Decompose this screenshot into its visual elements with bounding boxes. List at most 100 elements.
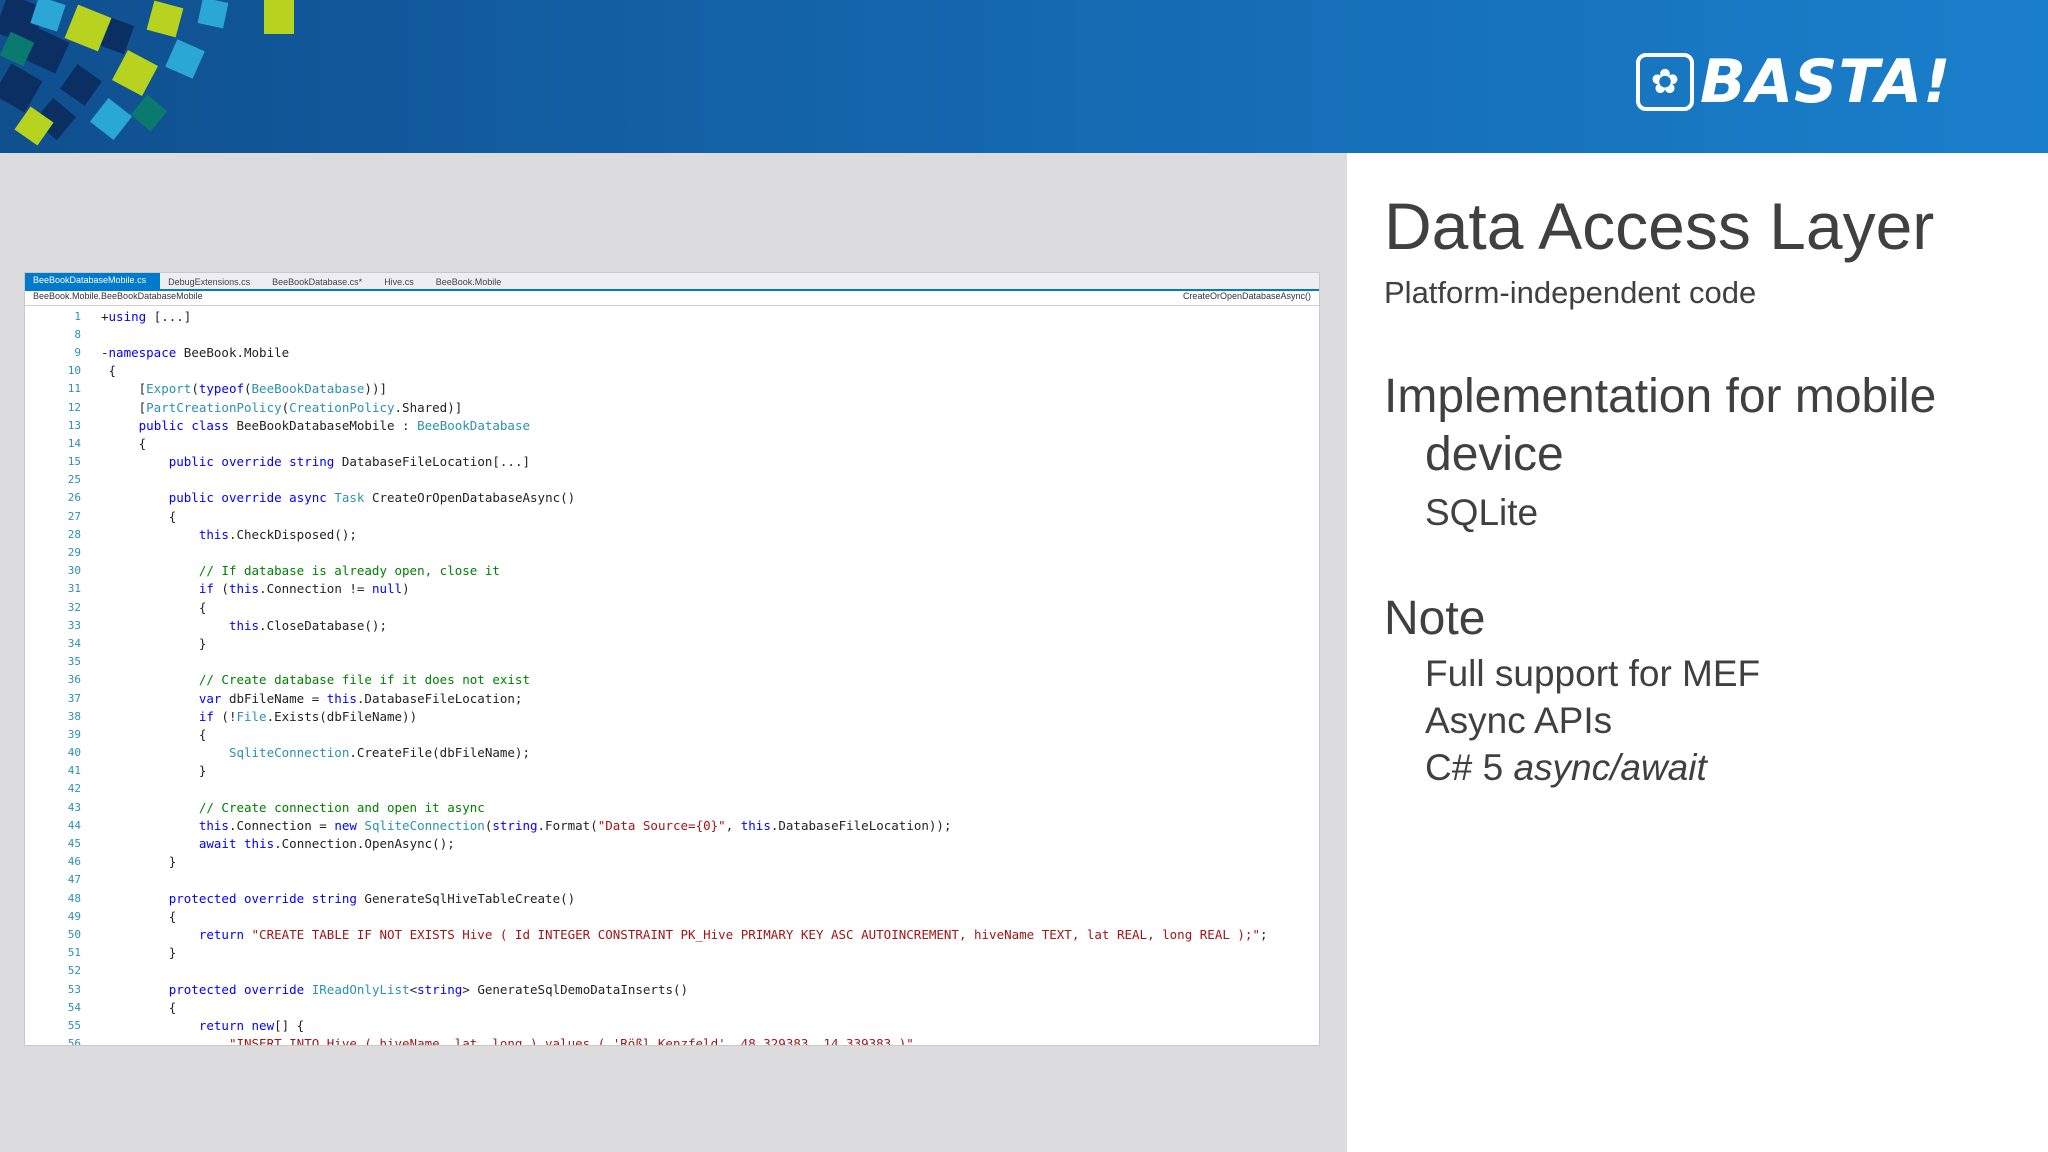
- line-number: 49: [67, 909, 81, 923]
- code-text: }: [101, 635, 207, 651]
- bullet-italic: async/await: [1513, 747, 1707, 788]
- code-text: await this.Connection.OpenAsync();: [198, 836, 455, 852]
- heading-line: Implementation for mobile: [1384, 370, 1937, 423]
- code-line: 29: [25, 543, 1319, 561]
- class-dropdown[interactable]: BeeBook.Mobile.BeeBookDatabaseMobile: [33, 291, 203, 305]
- line-number: 33: [67, 618, 81, 632]
- editor-tab[interactable]: DebugExtensions.cs: [160, 277, 264, 289]
- editor-tab[interactable]: BeeBook.Mobile: [428, 277, 516, 289]
- code-text: {: [101, 435, 147, 451]
- editor-tab[interactable]: Hive.cs: [376, 277, 428, 289]
- code-line: 48 protected override string GenerateSql…: [25, 889, 1319, 907]
- code-line: 27 {: [25, 507, 1319, 525]
- bullet-mef: Full support for MEF: [1425, 653, 1761, 694]
- line-number: 29: [67, 546, 81, 560]
- line-number: 43: [67, 800, 81, 814]
- code-line: 38 if (!File.Exists(dbFileName)): [25, 707, 1319, 725]
- code-text: {: [101, 908, 177, 924]
- code-text: {: [101, 726, 207, 742]
- code-text: // Create connection and open it async: [198, 799, 485, 815]
- code-line: 9 -namespace BeeBook.Mobile: [25, 343, 1319, 361]
- basta-logo: ✿ BASTA!: [1636, 50, 1951, 114]
- code-line: 37 var dbFileName = this.DatabaseFileLoc…: [25, 689, 1319, 707]
- code-line: 32 {: [25, 598, 1319, 616]
- code-text: this.CheckDisposed();: [198, 526, 357, 542]
- line-number: 55: [67, 1018, 81, 1032]
- code-text: return "CREATE TABLE IF NOT EXISTS Hive …: [198, 926, 1268, 942]
- code-line: 43 // Create connection and open it asyn…: [25, 798, 1319, 816]
- code-line: 1 +using [...]: [25, 307, 1319, 325]
- line-number: 52: [67, 964, 81, 978]
- line-number: 31: [67, 582, 81, 596]
- code-text: }: [101, 854, 177, 870]
- code-line: 30 // If database is already open, close…: [25, 562, 1319, 580]
- code-line: 26 public override async Task CreateOrOp…: [25, 489, 1319, 507]
- line-number: 48: [67, 891, 81, 905]
- code-text: {: [101, 363, 117, 379]
- code-text: +using [...]: [101, 308, 192, 324]
- code-line: 33 this.CloseDatabase();: [25, 616, 1319, 634]
- code-text: [PartCreationPolicy(CreationPolicy.Share…: [101, 399, 463, 415]
- bullet-async-await: C# 5 async/await: [1425, 747, 1707, 789]
- section-heading-note: Note: [1384, 592, 1486, 645]
- code-line: 45 await this.Connection.OpenAsync();: [25, 834, 1319, 852]
- logo-text: BASTA!: [1700, 47, 1952, 117]
- code-text: {: [101, 599, 207, 615]
- code-line: 31 if (this.Connection != null): [25, 580, 1319, 598]
- code-text: {: [101, 999, 177, 1015]
- line-number: 8: [74, 327, 81, 341]
- line-number: 37: [67, 691, 81, 705]
- flower-icon: ✿: [1636, 53, 1694, 111]
- code-text: // If database is already open, close it: [198, 563, 500, 579]
- code-line: 51 }: [25, 944, 1319, 962]
- line-number: 35: [67, 655, 81, 669]
- code-text: "INSERT INTO Hive ( hiveName, lat, long …: [228, 1036, 914, 1045]
- line-number: 34: [67, 636, 81, 650]
- line-number: 47: [67, 873, 81, 887]
- line-number: 15: [67, 455, 81, 469]
- code-line: 40 SqliteConnection.CreateFile(dbFileNam…: [25, 744, 1319, 762]
- editor-tab[interactable]: BeeBookDatabaseMobile.cs: [25, 273, 161, 289]
- line-number: 41: [67, 764, 81, 778]
- line-number: 42: [67, 782, 81, 796]
- code-line: 42: [25, 780, 1319, 798]
- code-area[interactable]: 1 +using [...] 8 9 -namespace BeeBook.Mobile…: [25, 307, 1319, 1045]
- line-number: 11: [67, 382, 81, 396]
- code-line: 11 [Export(typeof(BeeBookDatabase))]: [25, 380, 1319, 398]
- code-line: 10 {: [25, 362, 1319, 380]
- heading-line: device: [1425, 427, 1564, 481]
- code-line: 54 {: [25, 998, 1319, 1016]
- editor-tab[interactable]: BeeBookDatabase.cs*: [264, 277, 376, 289]
- code-text: if (this.Connection != null): [198, 581, 410, 597]
- code-text: -namespace BeeBook.Mobile: [101, 344, 290, 360]
- line-number: 38: [67, 709, 81, 723]
- code-text: }: [101, 945, 177, 961]
- code-line: 13 public class BeeBookDatabaseMobile : …: [25, 416, 1319, 434]
- code-line: 34 }: [25, 634, 1319, 652]
- line-number: 30: [67, 564, 81, 578]
- code-text: this.Connection = new SqliteConnection(s…: [198, 817, 952, 833]
- line-number: 9: [74, 345, 81, 359]
- code-line: 15 public override string DatabaseFileLo…: [25, 453, 1319, 471]
- slide-subtitle: Platform-independent code: [1384, 275, 1757, 310]
- code-text: SqliteConnection.CreateFile(dbFileName);: [228, 745, 530, 761]
- code-editor-screenshot: BeeBookDatabaseMobile.cs DebugExtensions…: [24, 272, 1320, 1046]
- code-line: 52: [25, 962, 1319, 980]
- line-number: 56: [67, 1037, 81, 1045]
- code-line: 41 }: [25, 762, 1319, 780]
- code-line: 50 return "CREATE TABLE IF NOT EXISTS Hi…: [25, 925, 1319, 943]
- line-number: 51: [67, 946, 81, 960]
- code-text: if (!File.Exists(dbFileName)): [198, 708, 418, 724]
- line-number: 26: [67, 491, 81, 505]
- line-number: 36: [67, 673, 81, 687]
- code-text: public class BeeBookDatabaseMobile : Bee…: [138, 417, 531, 433]
- code-text: public override string DatabaseFileLocat…: [168, 454, 530, 470]
- code-text: return new[] {: [198, 1017, 305, 1033]
- bullet-sqlite: SQLite: [1425, 492, 1539, 533]
- member-dropdown[interactable]: CreateOrOpenDatabaseAsync(): [1183, 291, 1311, 305]
- line-number: 28: [67, 527, 81, 541]
- decorative-pattern: [0, 0, 294, 146]
- line-number: 45: [67, 837, 81, 851]
- code-line: 36 // Create database file if it does no…: [25, 671, 1319, 689]
- header-banner: ✿ BASTA!: [0, 0, 2048, 153]
